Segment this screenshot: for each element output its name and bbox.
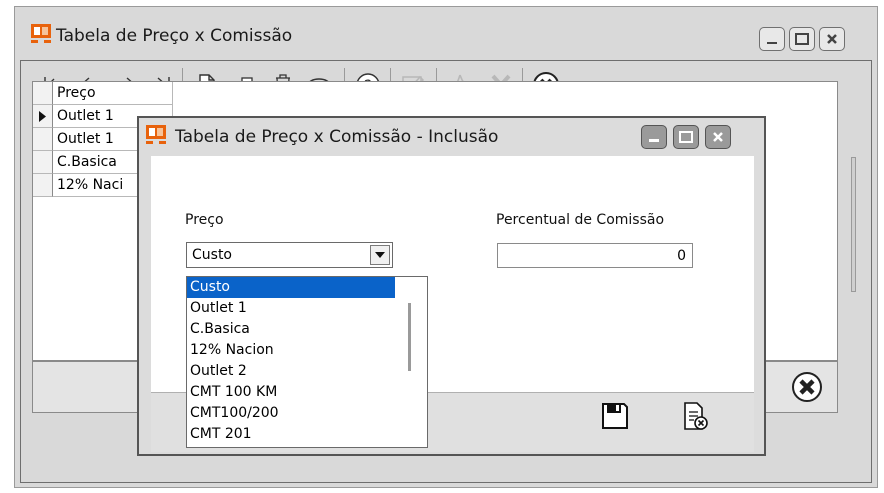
preco-label: Preço [185,212,224,228]
chevron-down-icon [375,252,385,258]
dropdown-option[interactable]: Custo [187,277,395,298]
window-title: Tabela de Preço x Comissão [56,26,293,46]
grid-corner [33,82,53,105]
dialog-title: Tabela de Preço x Comissão - Inclusão [175,127,499,147]
row-indicator [33,174,53,197]
dropdown-option[interactable]: Outlet 1 [187,298,427,319]
dropdown-option[interactable]: CMT100/200 [187,403,427,424]
close-icon [827,34,837,44]
dropdown-option[interactable]: Outlet 2 [187,361,427,382]
dropdown-option[interactable]: CMT 201 [187,424,427,445]
row-indicator [33,151,53,174]
dialog-minimize-button[interactable] [641,125,667,149]
grid-scrollbar[interactable] [851,157,856,292]
save-icon [602,403,628,429]
preco-dropdown-list[interactable]: Custo Outlet 1 C.Basica 12% Nacion Outle… [186,276,428,448]
dropdown-option[interactable]: CMT 100 KM [187,382,427,403]
dialog-titlebar: Tabela de Preço x Comissão - Inclusão [139,118,764,156]
close-icon [713,132,723,142]
preco-dropdown-button[interactable] [370,245,390,265]
app-logo-icon [146,125,166,149]
cancel-button[interactable] [680,401,710,437]
row-indicator [33,105,53,128]
maximize-icon [679,131,693,143]
save-button[interactable] [600,401,630,435]
current-row-arrow-icon [39,111,46,122]
close-circle-icon [792,372,822,402]
cancel-document-icon [684,402,708,430]
app-logo-icon [31,24,51,44]
percentual-input[interactable]: 0 [497,243,693,268]
percentual-label: Percentual de Comissão [496,212,665,228]
preco-select[interactable]: Custo [186,242,393,268]
close-screen-bottom-button[interactable] [790,370,824,408]
percentual-value: 0 [677,248,686,264]
minimize-icon [767,42,777,44]
minimize-button[interactable] [759,27,785,51]
dropdown-option[interactable]: C.Basica [187,319,427,340]
dialog-maximize-button[interactable] [673,125,699,149]
minimize-icon [649,139,659,142]
dropdown-scrollbar[interactable] [408,303,411,371]
dialog-close-button[interactable] [705,125,731,149]
row-indicator [33,128,53,151]
inclusion-dialog: Tabela de Preço x Comissão - Inclusão Pr… [137,116,766,456]
close-window-button[interactable] [819,27,845,51]
grid-header-preco[interactable]: Preço [53,82,173,105]
preco-select-value: Custo [192,247,232,263]
dropdown-option[interactable]: 12% Nacion [187,340,427,361]
maximize-icon [795,33,809,45]
maximize-button[interactable] [789,27,815,51]
